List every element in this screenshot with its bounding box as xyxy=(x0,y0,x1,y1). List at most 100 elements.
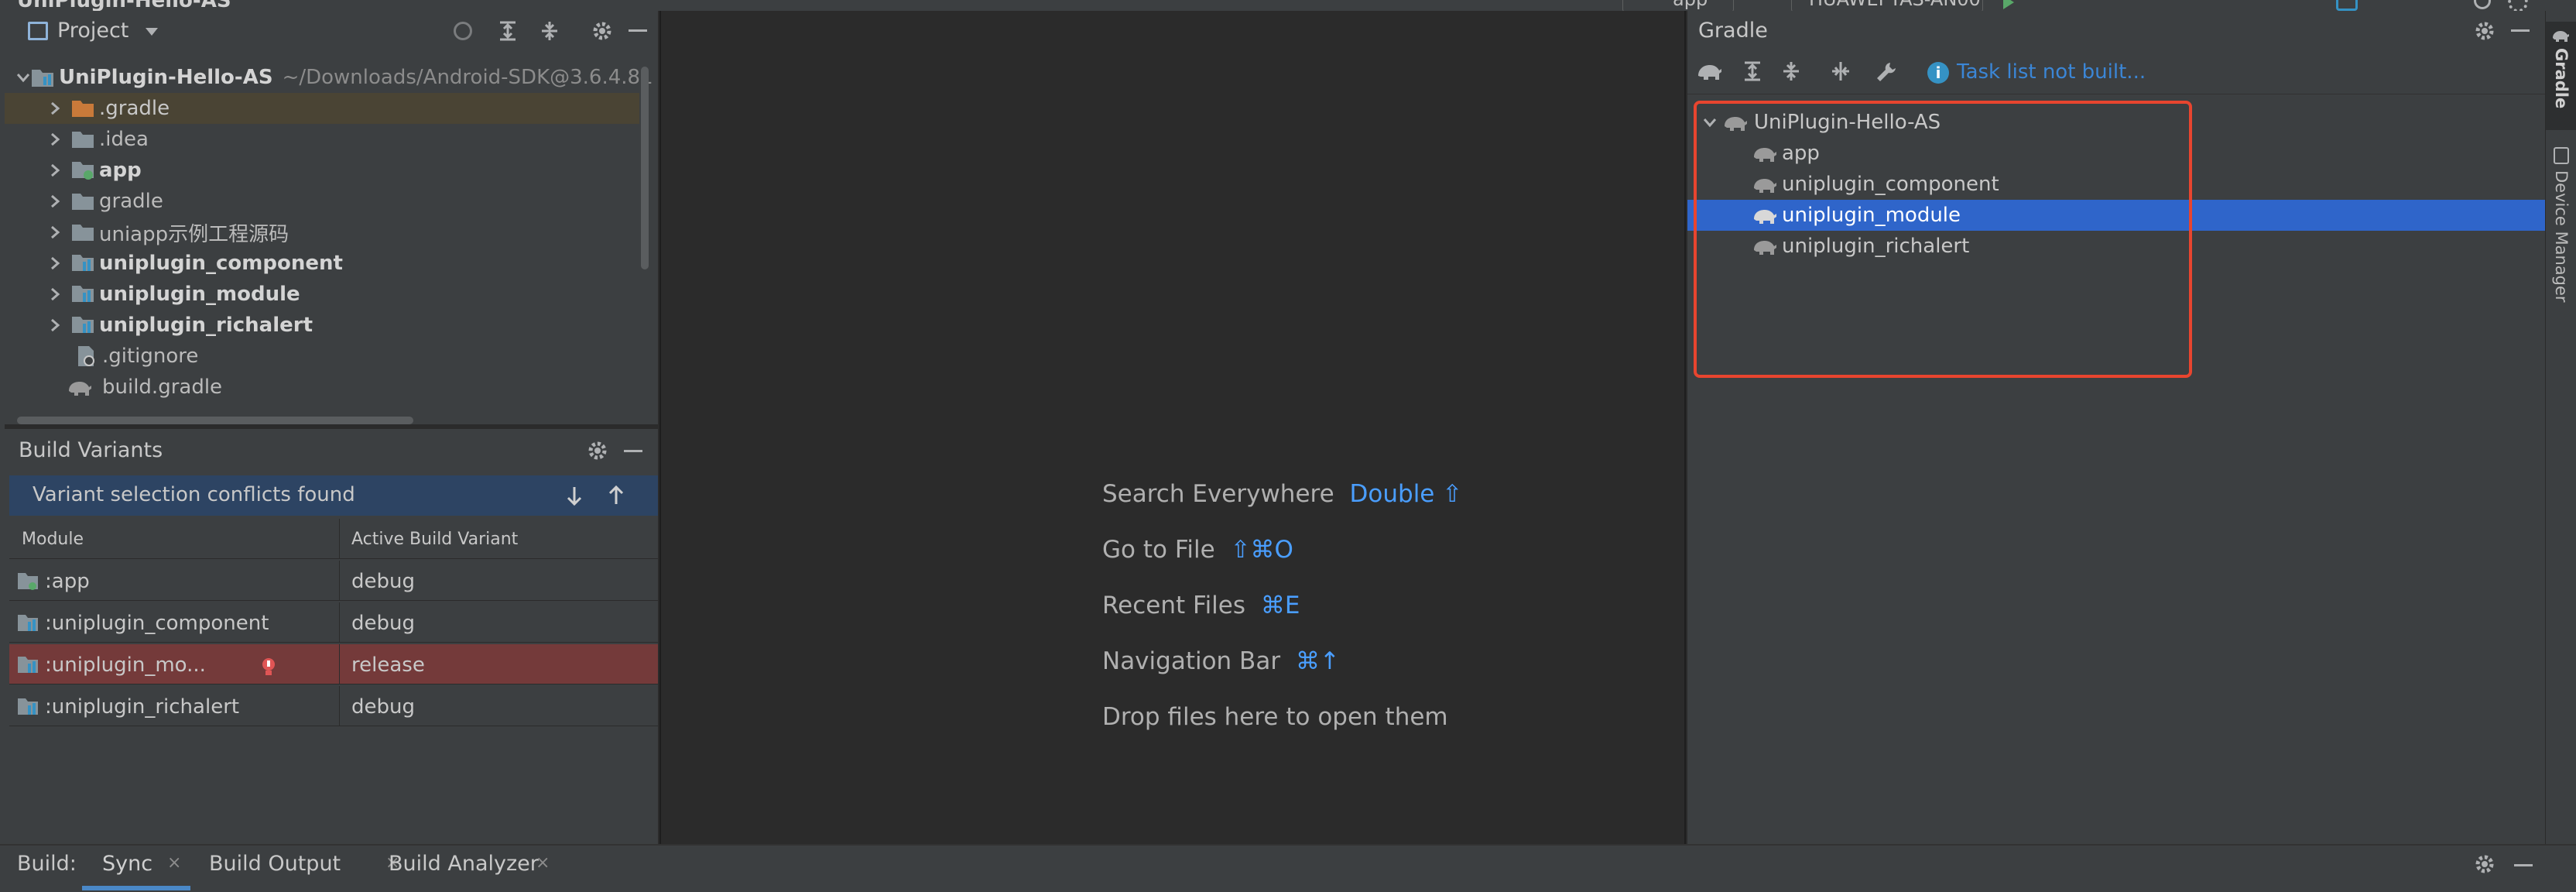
column-header-module[interactable]: Module xyxy=(22,530,84,549)
window-title: UniPlugin-Hello-AS xyxy=(17,0,231,11)
column-header-variant[interactable]: Active Build Variant xyxy=(351,530,518,549)
row-module-name: :uniplugin_richalert xyxy=(45,695,240,719)
gear-icon[interactable] xyxy=(2474,853,2496,875)
run-icon[interactable] xyxy=(2003,0,2014,9)
tab-label: Build Analyzer xyxy=(389,852,539,876)
library-module-icon xyxy=(17,697,39,717)
hint-shortcut: ⌘↑ xyxy=(1295,647,1340,675)
hide-panel-icon[interactable] xyxy=(2511,29,2530,32)
tree-item-gradle[interactable]: gradle xyxy=(5,186,639,217)
chevron-right-icon[interactable] xyxy=(43,248,67,279)
project-tree-horizontal-scrollbar[interactable] xyxy=(17,417,413,424)
tree-item-idea[interactable]: .idea xyxy=(5,124,639,155)
warning-bulb-icon[interactable] xyxy=(260,657,277,678)
hint-text: Navigation Bar xyxy=(1102,647,1281,675)
column-divider xyxy=(339,602,340,643)
gradle-tab-label: Gradle xyxy=(2552,48,2571,109)
collapse-all-icon[interactable] xyxy=(1780,60,1805,85)
editor-area: Search Everywhere Double ⇧ Go to File ⇧⌘… xyxy=(659,11,1686,844)
chevron-right-icon[interactable] xyxy=(43,217,67,248)
gradle-tool-window-tab[interactable]: Gradle xyxy=(2546,22,2576,130)
library-module-icon xyxy=(70,253,96,273)
row-variant-value[interactable]: debug xyxy=(351,695,415,719)
tree-item-build-gradle[interactable]: build.gradle xyxy=(5,372,639,403)
table-row[interactable]: :uniplugin_richalert debug xyxy=(9,686,658,726)
tab-build-analyzer[interactable]: Build Analyzer × xyxy=(381,846,567,886)
column-divider xyxy=(339,519,340,559)
tree-item-uniplugin-component[interactable]: uniplugin_component xyxy=(5,248,639,279)
project-root-item[interactable]: UniPlugin-Hello-AS ~/Downloads/Android-S… xyxy=(5,62,653,93)
hide-panel-icon[interactable] xyxy=(629,29,647,32)
window-titlebar: UniPlugin-Hello-AS app HUAWEI TAS-AN00 xyxy=(0,0,2576,11)
app-module-icon xyxy=(17,571,39,592)
tab-build-output[interactable]: Build Output × xyxy=(201,846,399,886)
hint-shortcut: ⇧⌘O xyxy=(1230,536,1293,564)
tab-sync[interactable]: Sync × xyxy=(82,846,190,890)
row-variant-value[interactable]: debug xyxy=(351,612,415,635)
table-row[interactable]: :uniplugin_component debug xyxy=(9,602,658,643)
app-module-icon xyxy=(70,160,96,180)
info-icon: i xyxy=(1927,62,1949,84)
chevron-right-icon[interactable] xyxy=(43,93,67,124)
run-config-selector[interactable]: app xyxy=(1622,0,1734,11)
arrow-down-icon[interactable] xyxy=(564,485,585,506)
hide-panel-icon[interactable] xyxy=(2514,864,2533,866)
gear-icon[interactable] xyxy=(2474,20,2496,42)
chevron-right-icon[interactable] xyxy=(43,155,67,186)
hide-panel-icon[interactable] xyxy=(624,450,642,452)
wrench-settings-icon[interactable] xyxy=(1875,60,1899,85)
locate-icon[interactable] xyxy=(454,22,472,40)
variants-table: Module Active Build Variant :app debug :… xyxy=(9,519,658,771)
project-root-name: UniPlugin-Hello-AS xyxy=(59,66,273,89)
hint-text: Recent Files xyxy=(1102,592,1246,619)
table-row-conflict[interactable]: :uniplugin_mo... release xyxy=(9,644,658,684)
module-folder-icon xyxy=(31,67,54,87)
tab-label: Sync xyxy=(102,852,153,876)
chevron-right-icon[interactable] xyxy=(43,310,67,341)
gear-icon[interactable] xyxy=(591,20,613,42)
gradle-toolbar: i Task list not built... xyxy=(1687,51,2545,94)
library-module-icon xyxy=(17,613,39,633)
tree-item-app[interactable]: app xyxy=(5,155,639,186)
row-variant-value[interactable]: release xyxy=(351,654,425,677)
search-everywhere-icon[interactable] xyxy=(2474,0,2491,9)
expand-all-icon[interactable] xyxy=(1742,60,1766,85)
arrow-up-icon[interactable] xyxy=(605,485,627,506)
tree-item-uniplugin-module[interactable]: uniplugin_module xyxy=(5,279,639,310)
tree-item-gitignore[interactable]: .gitignore xyxy=(5,341,639,372)
chevron-down-icon[interactable] xyxy=(146,28,158,36)
toggle-offline-icon[interactable] xyxy=(1830,60,1855,85)
sync-gradle-icon[interactable] xyxy=(2336,0,2358,11)
project-tree-vertical-scrollbar[interactable] xyxy=(641,67,649,269)
tree-item-label: .gradle xyxy=(99,97,170,120)
collapse-all-icon[interactable] xyxy=(539,20,560,42)
chevron-down-icon[interactable] xyxy=(15,62,31,93)
close-icon[interactable]: × xyxy=(536,853,550,873)
editor-hint-navigation-bar: Navigation Bar ⌘↑ xyxy=(1102,647,1340,675)
task-list-status-link[interactable]: Task list not built... xyxy=(1957,60,2146,84)
chevron-right-icon[interactable] xyxy=(43,279,67,310)
chevron-right-icon[interactable] xyxy=(43,124,67,155)
library-module-icon xyxy=(70,315,96,335)
chevron-right-icon[interactable] xyxy=(43,186,67,217)
device-selector[interactable]: HUAWEI TAS-AN00 xyxy=(1791,0,1983,11)
tree-item-gradle-dir[interactable]: .gradle xyxy=(5,93,639,124)
row-variant-value[interactable]: debug xyxy=(351,570,415,593)
expand-all-icon[interactable] xyxy=(497,20,519,42)
tree-item-uniplugin-richalert[interactable]: uniplugin_richalert xyxy=(5,310,639,341)
settings-icon[interactable] xyxy=(2508,0,2528,11)
run-config-label: app xyxy=(1673,0,1708,10)
device-icon xyxy=(2554,147,2569,164)
tree-item-uniapp-source[interactable]: uniapp示例工程源码 xyxy=(5,217,639,248)
gradle-elephant-icon[interactable] xyxy=(1697,60,1721,85)
project-panel-title[interactable]: Project xyxy=(57,19,128,43)
gradle-elephant-icon xyxy=(2552,28,2571,43)
row-module-name: :app xyxy=(45,570,90,593)
tab-label: Build Output xyxy=(209,852,341,876)
tree-item-label: uniplugin_component xyxy=(99,252,343,275)
table-row[interactable]: :app debug xyxy=(9,561,658,601)
hint-shortcut: ⌘E xyxy=(1260,592,1300,619)
gear-icon[interactable] xyxy=(587,440,608,461)
close-icon[interactable]: × xyxy=(167,853,181,873)
device-manager-tab[interactable]: Device Manager xyxy=(2546,142,2576,321)
